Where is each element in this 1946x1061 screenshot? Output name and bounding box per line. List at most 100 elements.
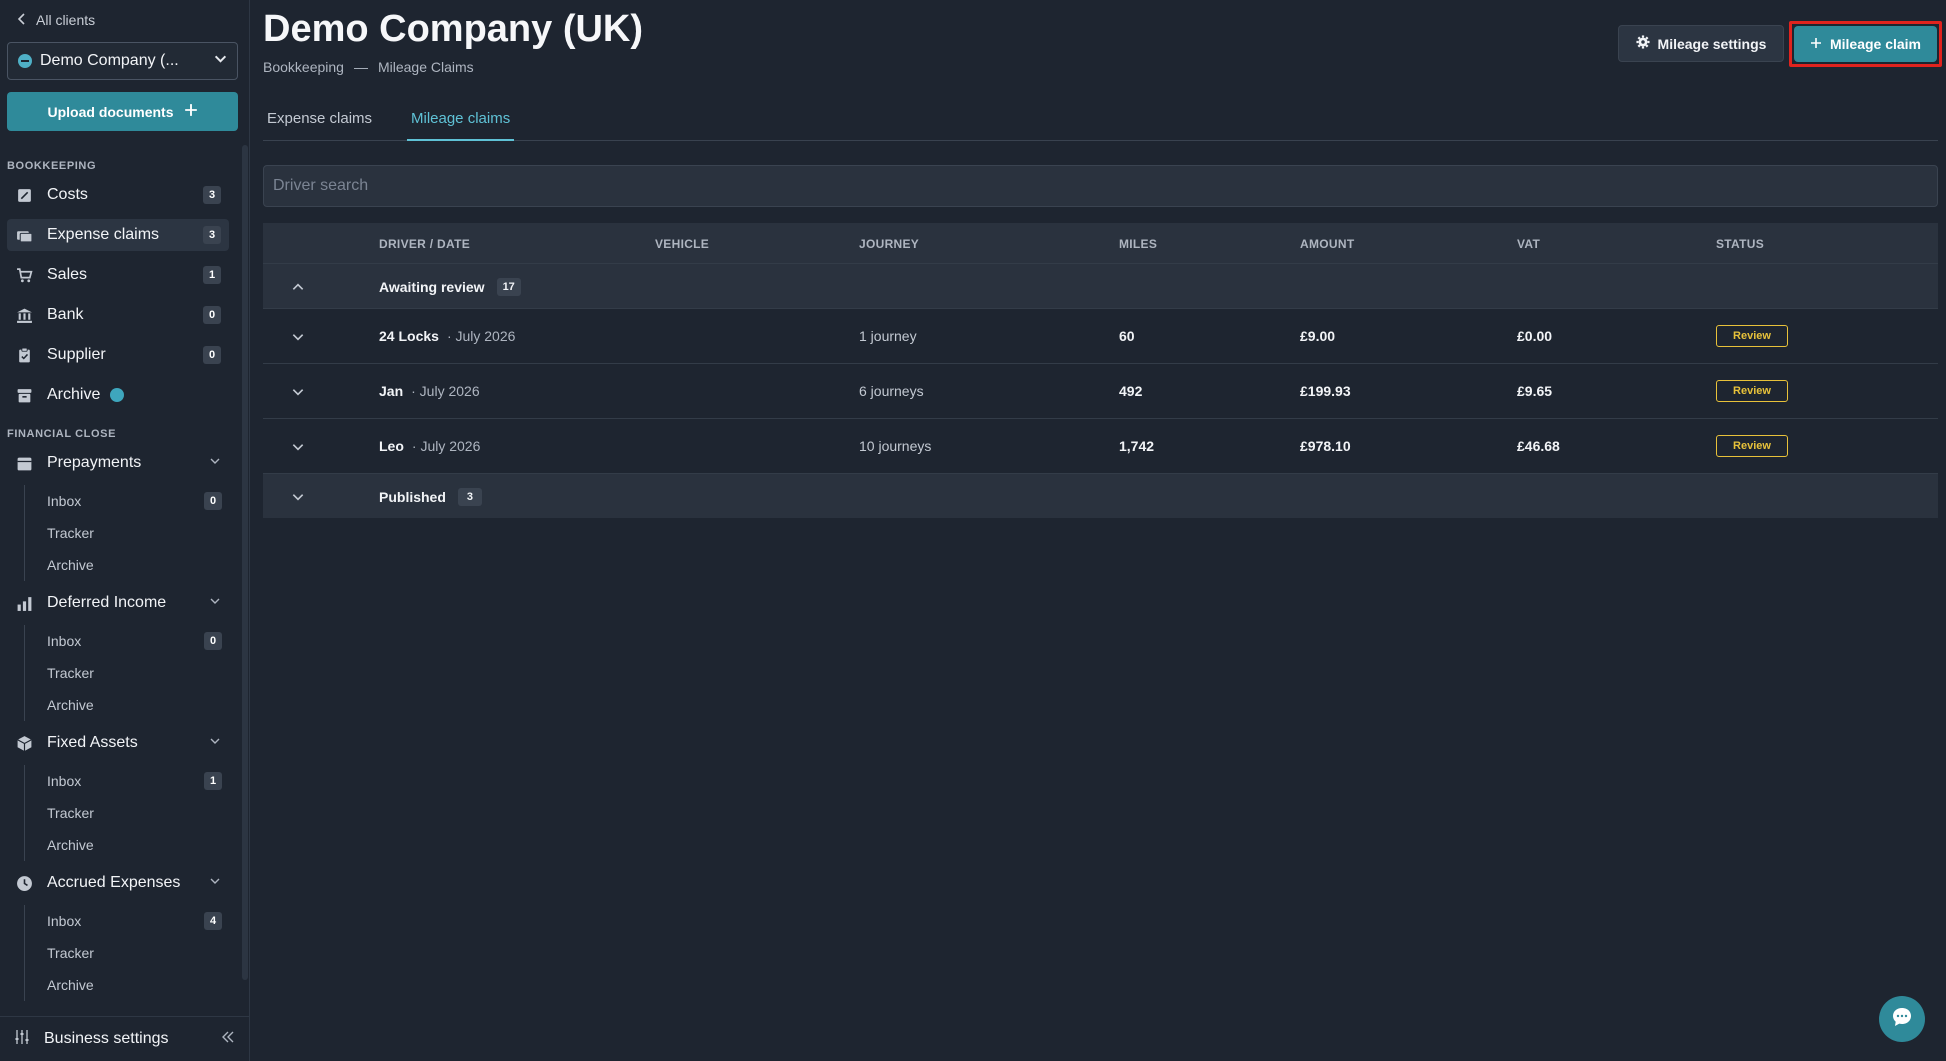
review-status-badge[interactable]: Review <box>1716 380 1788 402</box>
bank-icon <box>15 306 33 324</box>
sidebar-item-fixed-assets-inbox[interactable]: Inbox 1 <box>25 765 229 797</box>
business-settings-link[interactable]: Business settings <box>44 1030 206 1048</box>
group-row-awaiting-review[interactable]: Awaiting review 17 <box>263 263 1938 308</box>
sidebar-item-deferred-inbox[interactable]: Inbox 0 <box>25 625 229 657</box>
journey-cell: 1 journey <box>859 328 917 344</box>
sub-item-label: Archive <box>47 697 94 713</box>
group-row-published[interactable]: Published 3 <box>263 473 1938 518</box>
sidebar-item-accrued-inbox[interactable]: Inbox 4 <box>25 905 229 937</box>
chevron-down-icon[interactable] <box>291 490 305 504</box>
column-header-vehicle[interactable]: VEHICLE <box>655 237 709 251</box>
plus-icon <box>184 103 198 120</box>
mileage-claim-label: Mileage claim <box>1829 36 1922 52</box>
chevron-down-icon <box>209 874 221 892</box>
chevron-down-icon <box>209 594 221 612</box>
sidebar-item-expense-claims[interactable]: Expense claims 3 <box>7 219 229 251</box>
amount-cell: £9.00 <box>1300 328 1336 344</box>
column-header-driver[interactable]: DRIVER / DATE <box>379 237 470 251</box>
sidebar-group-fixed-assets[interactable]: Fixed Assets <box>7 727 229 759</box>
chevron-down-icon[interactable] <box>291 330 305 344</box>
driver-name: Leo <box>379 438 404 454</box>
breadcrumb-current: Mileage Claims <box>377 59 474 75</box>
sidebar-group-deferred-income[interactable]: Deferred Income <box>7 587 229 619</box>
driver-cell: Jan · July 2026 <box>379 383 480 399</box>
sidebar-item-fixed-assets-archive[interactable]: Archive <box>25 829 229 861</box>
count-badge: 0 <box>204 632 222 650</box>
count-badge: 1 <box>203 266 221 284</box>
clipboard-icon <box>15 346 33 364</box>
chevron-down-icon <box>209 454 221 472</box>
sidebar-item-deferred-archive[interactable]: Archive <box>25 689 229 721</box>
tab-expense-claims[interactable]: Expense claims <box>263 110 376 141</box>
table-row[interactable]: Jan · July 2026 6 journeys 492 £199.93 £9… <box>263 363 1938 418</box>
sidebar-item-fixed-assets-tracker[interactable]: Tracker <box>25 797 229 829</box>
sidebar-item-prepayments-archive[interactable]: Archive <box>25 549 229 581</box>
journey-cell: 10 journeys <box>859 438 932 454</box>
review-status-badge[interactable]: Review <box>1716 435 1788 457</box>
chevron-down-icon[interactable] <box>291 385 305 399</box>
table-row[interactable]: 24 Locks · July 2026 1 journey 60 £9.00 £… <box>263 308 1938 363</box>
column-header-amount[interactable]: AMOUNT <box>1300 237 1354 251</box>
sidebar-item-label: Sales <box>47 266 88 283</box>
count-badge: 4 <box>204 912 222 930</box>
column-header-status[interactable]: STATUS <box>1716 237 1764 251</box>
mileage-settings-label: Mileage settings <box>1657 35 1767 52</box>
sidebar-scrollbar[interactable] <box>242 145 248 980</box>
sub-item-label: Tracker <box>47 945 94 961</box>
miles-cell: 60 <box>1119 328 1135 344</box>
all-clients-link[interactable]: All clients <box>16 10 95 30</box>
client-select[interactable]: Demo Company (... <box>7 42 238 80</box>
client-name: Demo Company (... <box>40 52 179 69</box>
collapse-sidebar-icon[interactable] <box>220 1029 236 1050</box>
sub-item-label: Archive <box>47 837 94 853</box>
upload-documents-label: Upload documents <box>47 103 174 120</box>
journey-cell: 6 journeys <box>859 383 924 399</box>
sidebar-item-accrued-archive[interactable]: Archive <box>25 969 229 1001</box>
vat-cell: £9.65 <box>1517 383 1553 399</box>
sidebar-item-archive[interactable]: Archive <box>7 379 229 411</box>
sidebar-item-deferred-tracker[interactable]: Tracker <box>25 657 229 689</box>
sidebar-item-supplier[interactable]: Supplier 0 <box>7 339 229 371</box>
calendar-icon <box>15 454 33 472</box>
driver-search-input[interactable] <box>263 165 1938 207</box>
upload-documents-button[interactable]: Upload documents <box>7 92 238 131</box>
group-count-badge: 3 <box>457 488 482 506</box>
archive-box-icon <box>15 386 33 404</box>
sidebar-item-costs[interactable]: Costs 3 <box>7 179 229 211</box>
table-header: DRIVER / DATE VEHICLE JOURNEY MILES AMOU… <box>263 223 1938 263</box>
sidebar-item-prepayments-inbox[interactable]: Inbox 0 <box>25 485 229 517</box>
chevron-up-icon[interactable] <box>291 280 305 294</box>
sub-item-label: Inbox <box>47 913 82 929</box>
driver-cell: Leo · July 2026 <box>379 438 480 454</box>
sub-item-label: Inbox <box>47 493 82 509</box>
count-badge: 1 <box>204 772 222 790</box>
sub-item-label: Archive <box>47 977 94 993</box>
sidebar-item-sales[interactable]: Sales 1 <box>7 259 229 291</box>
driver-name: Jan <box>379 383 404 399</box>
sidebar-item-label: Archive <box>47 386 101 403</box>
sidebar-item-accrued-tracker[interactable]: Tracker <box>25 937 229 969</box>
count-badge: 0 <box>204 492 222 510</box>
claim-date: · July 2026 <box>411 383 480 399</box>
chevron-down-icon <box>209 734 221 752</box>
claim-date: · July 2026 <box>446 328 516 344</box>
add-mileage-claim-button[interactable]: Mileage claim <box>1794 26 1937 62</box>
chevron-down-icon[interactable] <box>291 440 305 454</box>
sidebar-group-label: Prepayments <box>47 454 142 471</box>
sidebar-item-bank[interactable]: Bank 0 <box>7 299 229 331</box>
sidebar-group-prepayments[interactable]: Prepayments <box>7 447 229 479</box>
column-header-vat[interactable]: VAT <box>1517 237 1540 251</box>
sidebar-group-accrued-expenses[interactable]: Accrued Expenses <box>7 867 229 899</box>
tab-mileage-claims[interactable]: Mileage claims <box>407 110 515 141</box>
breadcrumb-bookkeeping[interactable]: Bookkeeping <box>263 59 344 75</box>
breadcrumb: Bookkeeping — Mileage Claims <box>263 59 474 75</box>
review-status-badge[interactable]: Review <box>1716 325 1788 347</box>
mileage-settings-button[interactable]: Mileage settings <box>1618 25 1784 62</box>
sidebar-item-prepayments-tracker[interactable]: Tracker <box>25 517 229 549</box>
table-row[interactable]: Leo · July 2026 10 journeys 1,742 £978.10… <box>263 418 1938 473</box>
sidebar-item-label: Supplier <box>47 346 106 363</box>
chat-bubble-icon <box>1891 1006 1913 1033</box>
column-header-journey[interactable]: JOURNEY <box>859 237 919 251</box>
column-header-miles[interactable]: MILES <box>1119 237 1157 251</box>
chat-support-button[interactable] <box>1879 996 1925 1042</box>
